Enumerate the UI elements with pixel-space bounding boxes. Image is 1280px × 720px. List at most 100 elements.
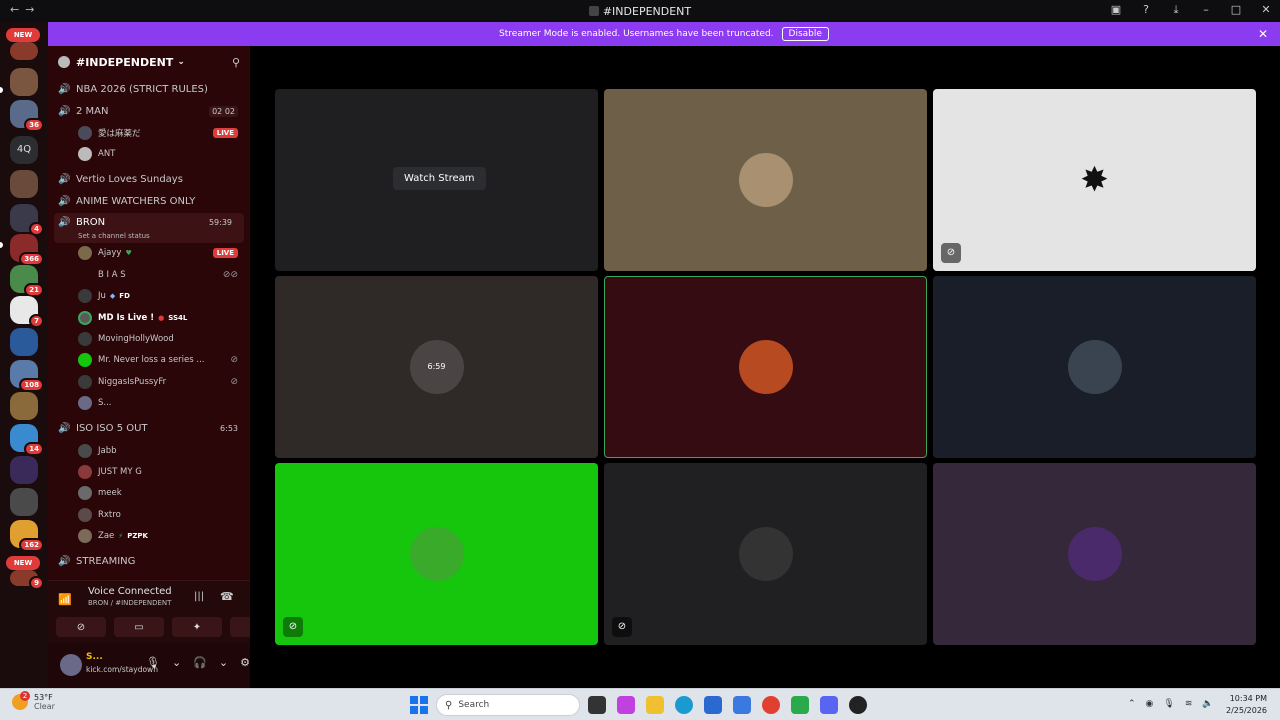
tray-app-icon[interactable]: ◉ bbox=[1146, 699, 1154, 709]
user-panel: S... kick.com/staydown 🎙 ⌄ 🎧 ⌄ ⚙ bbox=[48, 642, 250, 688]
watch-stream-button[interactable]: Watch Stream bbox=[393, 167, 486, 190]
participant-tile[interactable] bbox=[604, 89, 927, 271]
participant-tile[interactable]: 6:59 bbox=[275, 276, 598, 458]
headphones-icon[interactable]: 🎧 bbox=[193, 656, 207, 669]
store-icon[interactable] bbox=[704, 696, 722, 714]
close-window-icon[interactable]: ✕ bbox=[1260, 3, 1272, 17]
noise-suppression-icon[interactable]: ||| bbox=[194, 591, 204, 602]
taskbar-clock[interactable]: 10:34 PM 2/25/2026 bbox=[1226, 693, 1267, 717]
server-icon[interactable] bbox=[10, 392, 38, 420]
avatar[interactable] bbox=[60, 654, 82, 676]
chevron-down-icon[interactable]: ⌄ bbox=[172, 656, 181, 669]
guild-header[interactable]: #INDEPENDENT ⌄ ⚲ bbox=[48, 46, 250, 78]
share-screen-button[interactable]: ▭ bbox=[114, 617, 164, 637]
voice-member[interactable]: Jabb bbox=[48, 440, 250, 461]
participant-tile[interactable] bbox=[933, 463, 1256, 645]
voice-channel-nba[interactable]: 🔊 NBA 2026 (STRICT RULES) bbox=[48, 78, 250, 100]
microphone-icon[interactable]: 🎙 bbox=[146, 656, 160, 669]
new-pill-top[interactable]: NEW bbox=[6, 28, 40, 42]
voice-member[interactable]: ANT bbox=[48, 143, 250, 164]
disconnect-icon[interactable]: ☎ bbox=[220, 590, 234, 603]
server-icon[interactable] bbox=[10, 68, 38, 96]
server-icon[interactable]: 36 bbox=[10, 100, 44, 132]
app-icon[interactable] bbox=[617, 696, 635, 714]
activities-button[interactable]: ✦ bbox=[172, 617, 222, 637]
voice-member[interactable]: Zae ⚡ PZPK bbox=[48, 525, 250, 546]
speaker-icon: 🔊 bbox=[58, 556, 71, 568]
voice-actions: ⊘ ▭ ✦ ♪ bbox=[56, 617, 280, 637]
server-icon[interactable] bbox=[10, 456, 38, 484]
participant-tile[interactable]: ⊘ bbox=[604, 463, 927, 645]
participant-tile[interactable] bbox=[933, 276, 1256, 458]
edge-icon[interactable] bbox=[675, 696, 693, 714]
voice-member[interactable]: NiggasIsPussyFr ⊘ bbox=[48, 371, 250, 392]
app-icon[interactable] bbox=[849, 696, 867, 714]
minimize-icon[interactable]: – bbox=[1200, 3, 1212, 17]
settings-gear-icon[interactable]: ⚙ bbox=[240, 656, 250, 669]
disable-streamer-mode-button[interactable]: Disable bbox=[781, 27, 829, 41]
participant-tile[interactable]: ⊘ bbox=[275, 463, 598, 645]
close-banner-icon[interactable]: ✕ bbox=[1258, 27, 1268, 41]
file-explorer-icon[interactable] bbox=[646, 696, 664, 714]
signal-icon[interactable]: 📶 bbox=[58, 593, 72, 606]
chevron-down-icon[interactable]: ⌄ bbox=[219, 656, 228, 669]
voice-member[interactable]: MD Is Live ! ● SS4L bbox=[48, 307, 250, 328]
volume-icon[interactable]: 🔈 bbox=[1202, 699, 1213, 709]
server-icon[interactable] bbox=[10, 488, 38, 516]
voice-member[interactable]: Ajayy ♥ LIVE bbox=[48, 243, 250, 264]
server-4q[interactable]: 4Q bbox=[10, 136, 38, 164]
chevron-up-icon[interactable]: ⌃ bbox=[1128, 699, 1136, 709]
server-icon[interactable] bbox=[10, 42, 38, 60]
server-icon[interactable]: 7 bbox=[10, 296, 44, 328]
voice-member[interactable]: Ju ◆ FD bbox=[48, 286, 250, 307]
server-icon[interactable]: 366 bbox=[10, 234, 44, 266]
channel-status[interactable]: Set a channel status bbox=[78, 232, 150, 240]
server-icon[interactable] bbox=[10, 328, 38, 356]
inbox-icon[interactable]: ▣ bbox=[1110, 3, 1122, 17]
voice-channel-2-man[interactable]: 🔊 2 MAN 02 02 bbox=[48, 100, 250, 122]
voice-channel-vertio[interactable]: 🔊 Vertio Loves Sundays bbox=[48, 169, 250, 191]
new-pill-bottom[interactable]: NEW bbox=[6, 556, 40, 570]
server-icon[interactable] bbox=[10, 170, 38, 198]
voice-member[interactable]: MovingHollyWood bbox=[48, 328, 250, 349]
help-icon[interactable]: ? bbox=[1140, 3, 1152, 17]
stream-tile[interactable]: Watch Stream bbox=[275, 89, 598, 271]
server-icon[interactable]: 21 bbox=[10, 265, 44, 297]
microphone-icon[interactable]: 🎙 bbox=[1163, 699, 1174, 709]
voice-member[interactable]: Mr. Never loss a series ... ⊘ bbox=[48, 350, 250, 371]
voice-channel-path[interactable]: BRON / #INDEPENDENT bbox=[88, 599, 171, 607]
server-icon[interactable]: 162 bbox=[10, 520, 44, 552]
participant-tile-speaking[interactable] bbox=[604, 276, 927, 458]
weather-widget[interactable]: 2 53°F Clear bbox=[12, 691, 55, 711]
voice-channel-streaming[interactable]: 🔊 STREAMING bbox=[48, 551, 250, 573]
participant-tile[interactable]: ✸ ⊘ bbox=[933, 89, 1256, 271]
app-icon[interactable] bbox=[733, 696, 751, 714]
voice-member[interactable]: B I A S ⊘⊘ bbox=[48, 264, 250, 285]
voice-channel-bron[interactable]: 🔊 BRON 59:39 Set a channel status bbox=[54, 212, 244, 243]
avatar bbox=[78, 374, 92, 389]
voice-member[interactable]: JUST MY G bbox=[48, 461, 250, 482]
app-icon[interactable] bbox=[791, 696, 809, 714]
wifi-icon[interactable]: ≋ bbox=[1185, 699, 1193, 709]
discord-icon[interactable] bbox=[820, 696, 838, 714]
voice-channel-anime[interactable]: 🔊 ANIME WATCHERS ONLY bbox=[48, 191, 250, 213]
voice-member[interactable]: 愛は麻薬だ LIVE bbox=[48, 122, 250, 143]
chrome-icon[interactable] bbox=[762, 696, 780, 714]
invite-people-icon[interactable]: ⚲ bbox=[232, 56, 240, 69]
start-button[interactable] bbox=[410, 696, 428, 714]
voice-member[interactable]: S... bbox=[48, 393, 250, 414]
download-icon[interactable]: ⤓ bbox=[1170, 3, 1182, 17]
server-icon[interactable]: 108 bbox=[10, 360, 44, 392]
voice-member[interactable]: Rxtro bbox=[48, 504, 250, 525]
server-icon[interactable]: 14 bbox=[10, 424, 44, 456]
server-icon[interactable]: 4 bbox=[10, 204, 44, 236]
user-name[interactable]: S... bbox=[86, 652, 103, 662]
camera-off-button[interactable]: ⊘ bbox=[56, 617, 106, 637]
system-tray: ⌃ ◉ 🎙 ≋ 🔈 bbox=[1128, 699, 1214, 709]
maximize-icon[interactable]: □ bbox=[1230, 3, 1242, 17]
voice-channel-iso[interactable]: 🔊 ISO ISO 5 OUT 6:53 bbox=[48, 418, 250, 440]
voice-member[interactable]: meek bbox=[48, 483, 250, 504]
server-icon[interactable]: 9 bbox=[10, 570, 44, 590]
taskbar-search[interactable]: ⚲ Search bbox=[436, 694, 580, 716]
task-view-icon[interactable] bbox=[588, 696, 606, 714]
